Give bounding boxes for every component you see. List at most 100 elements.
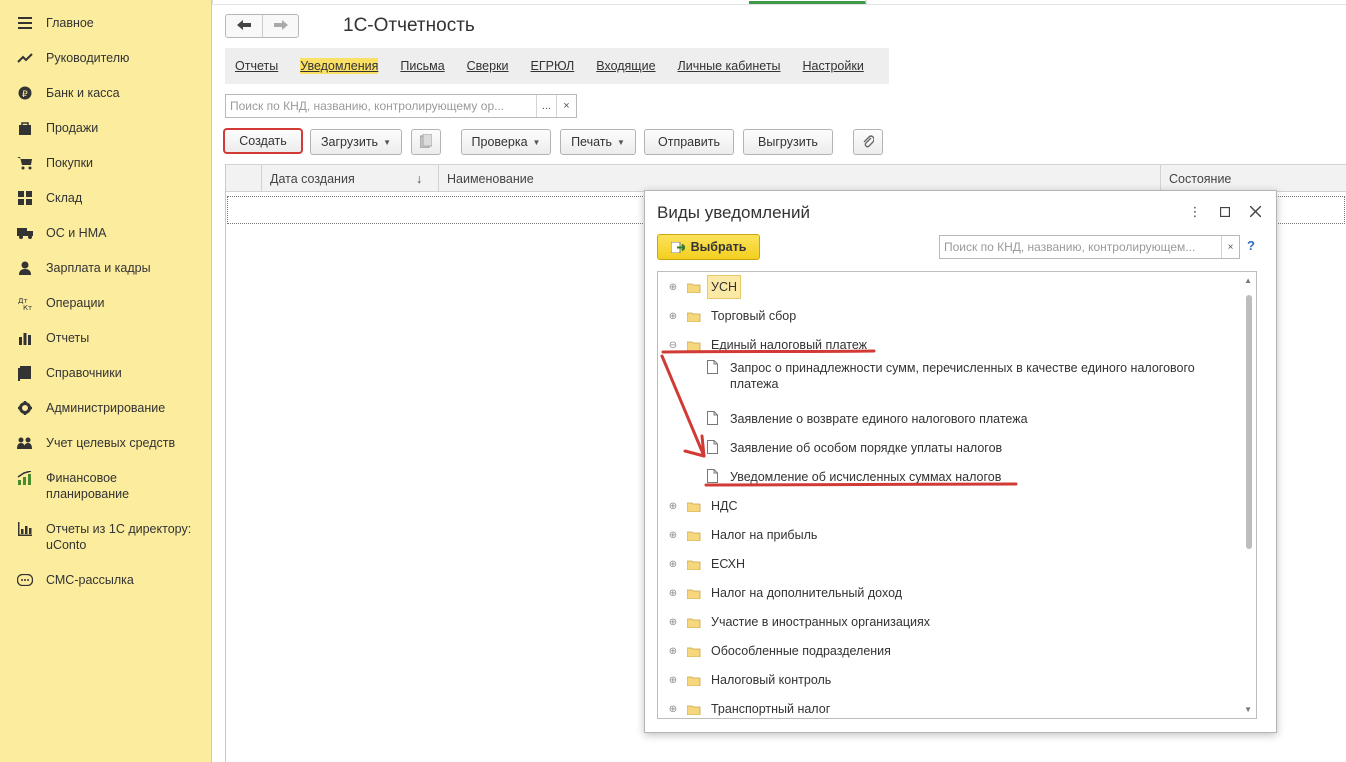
search-field[interactable]: Поиск по КНД, названию, контролирующему … [225,94,577,118]
sidebar-item-bank[interactable]: ₽ Банк и касса [0,85,212,101]
expand-icon[interactable]: ⊕ [668,588,678,599]
tree-node-label: Заявление о возврате единого налогового … [730,412,1028,426]
column-header-state[interactable]: Состояние [1169,172,1231,186]
tree-folder-row[interactable]: ⊕ УСН [658,272,1243,301]
tab-reconciliations[interactable]: Сверки [467,58,509,74]
sidebar-item-label: Зарплата и кадры [46,261,151,275]
folder-icon [686,646,701,658]
tree-folder-row[interactable]: ⊕ Налоговый контроль [658,665,1243,694]
load-button-label: Загрузить [321,135,379,149]
tree-folder-row[interactable]: ⊕ Обособленные подразделения [658,636,1243,665]
sidebar-item-admin[interactable]: Администрирование [0,400,212,416]
tree-folder-row[interactable]: ⊕ Торговый сбор [658,301,1243,330]
tree-folder-row[interactable]: ⊕ Участие в иностранных организациях [658,607,1243,636]
folder-icon [686,311,701,323]
send-button[interactable]: Отправить [644,129,734,155]
attach-button[interactable] [853,129,883,155]
sidebar-item-catalogs[interactable]: Справочники [0,365,212,381]
search-more-button[interactable]: ... [536,95,556,117]
expand-icon[interactable]: ⊕ [668,282,678,293]
load-button[interactable]: Загрузить ▼ [310,129,402,155]
sidebar-item-target-funds[interactable]: Учет целевых средств [0,435,212,451]
expand-icon[interactable]: ⊕ [668,311,678,322]
scroll-down-icon[interactable]: ▼ [1244,705,1252,714]
tree-document-row[interactable]: Запрос о принадлежности сумм, перечислен… [658,359,1243,404]
collapse-icon[interactable]: ⊖ [668,340,678,351]
expand-icon[interactable]: ⊕ [668,501,678,512]
ruble-coin-icon: ₽ [16,85,34,101]
svg-text:₽: ₽ [22,90,28,100]
unload-button[interactable]: Выгрузить [743,129,833,155]
copy-doc-button[interactable] [411,129,441,155]
scroll-up-icon[interactable]: ▲ [1244,276,1252,285]
sidebar-item-sms[interactable]: СМС-рассылка [0,572,212,588]
dialog-search-field[interactable]: Поиск по КНД, названию, контролирующем..… [939,235,1240,259]
choose-button[interactable]: Выбрать [657,234,760,260]
tree-folder-row[interactable]: ⊕ Налог на прибыль [658,520,1243,549]
sidebar-item-manager[interactable]: Руководителю [0,50,212,66]
dialog-search-clear-button[interactable]: × [1221,236,1239,258]
tab-personal-accounts[interactable]: Личные кабинеты [678,58,781,74]
expand-icon[interactable]: ⊕ [668,675,678,686]
check-button[interactable]: Проверка ▼ [461,129,551,155]
tab-settings[interactable]: Настройки [803,58,864,74]
tree-document-row[interactable]: Заявление о возврате единого налогового … [658,404,1243,433]
tree-document-row[interactable]: Заявление об особом порядке уплаты налог… [658,433,1243,462]
tree-node-label: Налог на дополнительный доход [711,586,903,600]
tab-incoming[interactable]: Входящие [596,58,655,74]
notification-types-tree: ⊕ УСН ⊕ Торговый сбор ⊖ Единый налоговый плат… [657,271,1257,719]
sidebar-item-label: Главное [46,16,94,30]
folder-icon [686,282,701,294]
paperclip-icon [862,134,875,151]
help-button[interactable]: ? [1247,238,1255,253]
tree-document-row[interactable]: Уведомление об исчисленных суммах налого… [658,462,1243,491]
tree-folder-row[interactable]: ⊖ Единый налоговый платеж [658,330,1243,359]
forward-button[interactable] [262,15,298,37]
sidebar-item-sales[interactable]: Продажи [0,120,212,136]
search-input[interactable]: Поиск по КНД, названию, контролирующему … [226,95,536,117]
sidebar-item-fin-planning[interactable]: Финансовое планирование [0,470,212,502]
expand-icon[interactable]: ⊕ [668,530,678,541]
sidebar-item-label: Отчеты из 1С директору: uConto [46,522,192,552]
sidebar-item-operations[interactable]: Дт Кт Операции [0,295,212,311]
tree-folder-row[interactable]: ⊕ НДС [658,491,1243,520]
tab-egrul[interactable]: ЕГРЮЛ [531,58,575,74]
print-button[interactable]: Печать ▼ [560,129,636,155]
create-button[interactable]: Создать [223,128,303,154]
tree-folder-row[interactable]: ⊕ Транспортный налог [658,694,1243,718]
sidebar-item-uconto[interactable]: Отчеты из 1С директору: uConto [0,521,212,553]
more-menu-icon[interactable]: ⋮ [1186,203,1204,221]
dialog-title: Виды уведомлений [657,203,810,222]
tree-folder-row[interactable]: ⊕ Налог на дополнительный доход [658,578,1243,607]
sidebar-item-fixed-assets[interactable]: ОС и НМА [0,225,212,241]
sidebar-item-purchases[interactable]: Покупки [0,155,212,171]
close-button[interactable] [1246,203,1264,221]
sidebar-item-label: Продажи [46,121,99,135]
tab-notifications[interactable]: Уведомления [300,58,379,74]
dropdown-arrow-icon: ▼ [617,137,625,147]
dialog-search-input[interactable]: Поиск по КНД, названию, контролирующем..… [940,236,1221,258]
search-clear-button[interactable]: × [556,95,576,117]
tab-reports[interactable]: Отчеты [235,58,278,74]
expand-icon[interactable]: ⊕ [668,559,678,570]
sidebar-item-salary[interactable]: Зарплата и кадры [0,260,212,276]
column-header-name[interactable]: Наименование [447,172,534,186]
expand-icon[interactable]: ⊕ [668,646,678,657]
sidebar-item-reports[interactable]: Отчеты [0,330,212,346]
maximize-button[interactable] [1216,203,1234,221]
sidebar-item-warehouse[interactable]: Склад [0,190,212,206]
tree-folder-row[interactable]: ⊕ ЕСХН [658,549,1243,578]
column-header-date[interactable]: Дата создания [270,172,355,186]
back-button[interactable] [226,15,262,37]
folder-icon [686,617,701,629]
warehouse-grid-icon [16,190,34,206]
document-copy-icon [419,133,433,151]
scrollbar-thumb[interactable] [1246,295,1252,549]
tab-letters[interactable]: Письма [400,58,444,74]
expand-icon[interactable]: ⊕ [668,704,678,715]
sidebar-item-main[interactable]: Главное [0,15,212,31]
growth-chart-icon [16,470,34,486]
expand-icon[interactable]: ⊕ [668,617,678,628]
sidebar-item-label: Отчеты [46,331,90,345]
tree-node-label: Запрос о принадлежности сумм, перечислен… [730,361,1195,391]
